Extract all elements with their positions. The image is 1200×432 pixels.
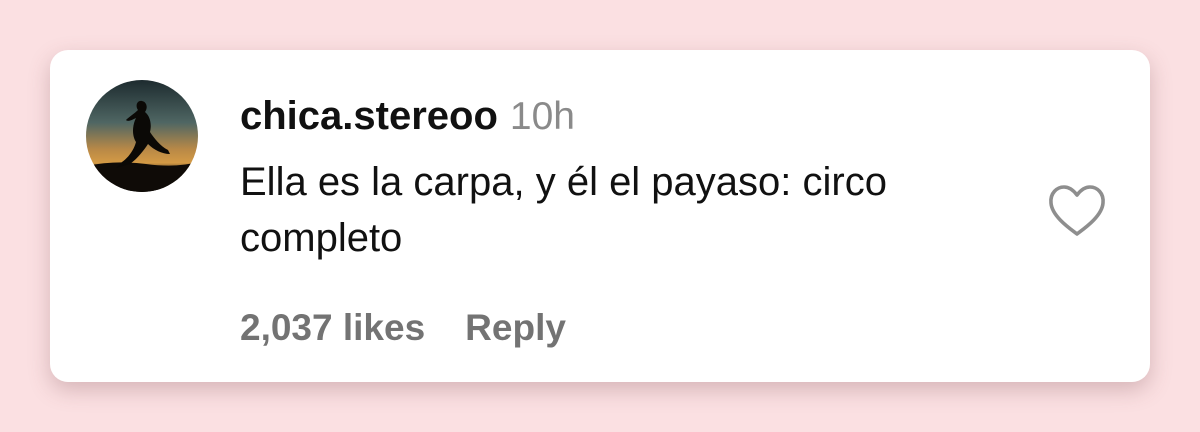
username-link[interactable]: chica.stereoo: [240, 94, 498, 138]
comment-text: Ella es la carpa, y él el payaso: circo …: [240, 160, 887, 260]
comment-actions: 2,037 likes Reply: [240, 306, 566, 350]
likes-count[interactable]: 2,037 likes: [240, 307, 425, 348]
heart-outline-icon: [1049, 185, 1105, 236]
comment-header: chica.stereoo 10h: [240, 94, 575, 138]
avatar[interactable]: [86, 80, 198, 192]
timestamp: 10h: [509, 95, 575, 138]
avatar-image: [86, 80, 198, 192]
like-button[interactable]: [1046, 182, 1108, 240]
reply-button[interactable]: Reply: [465, 307, 566, 348]
comment-card: chica.stereoo 10h Ella es la carpa, y él …: [50, 50, 1150, 382]
